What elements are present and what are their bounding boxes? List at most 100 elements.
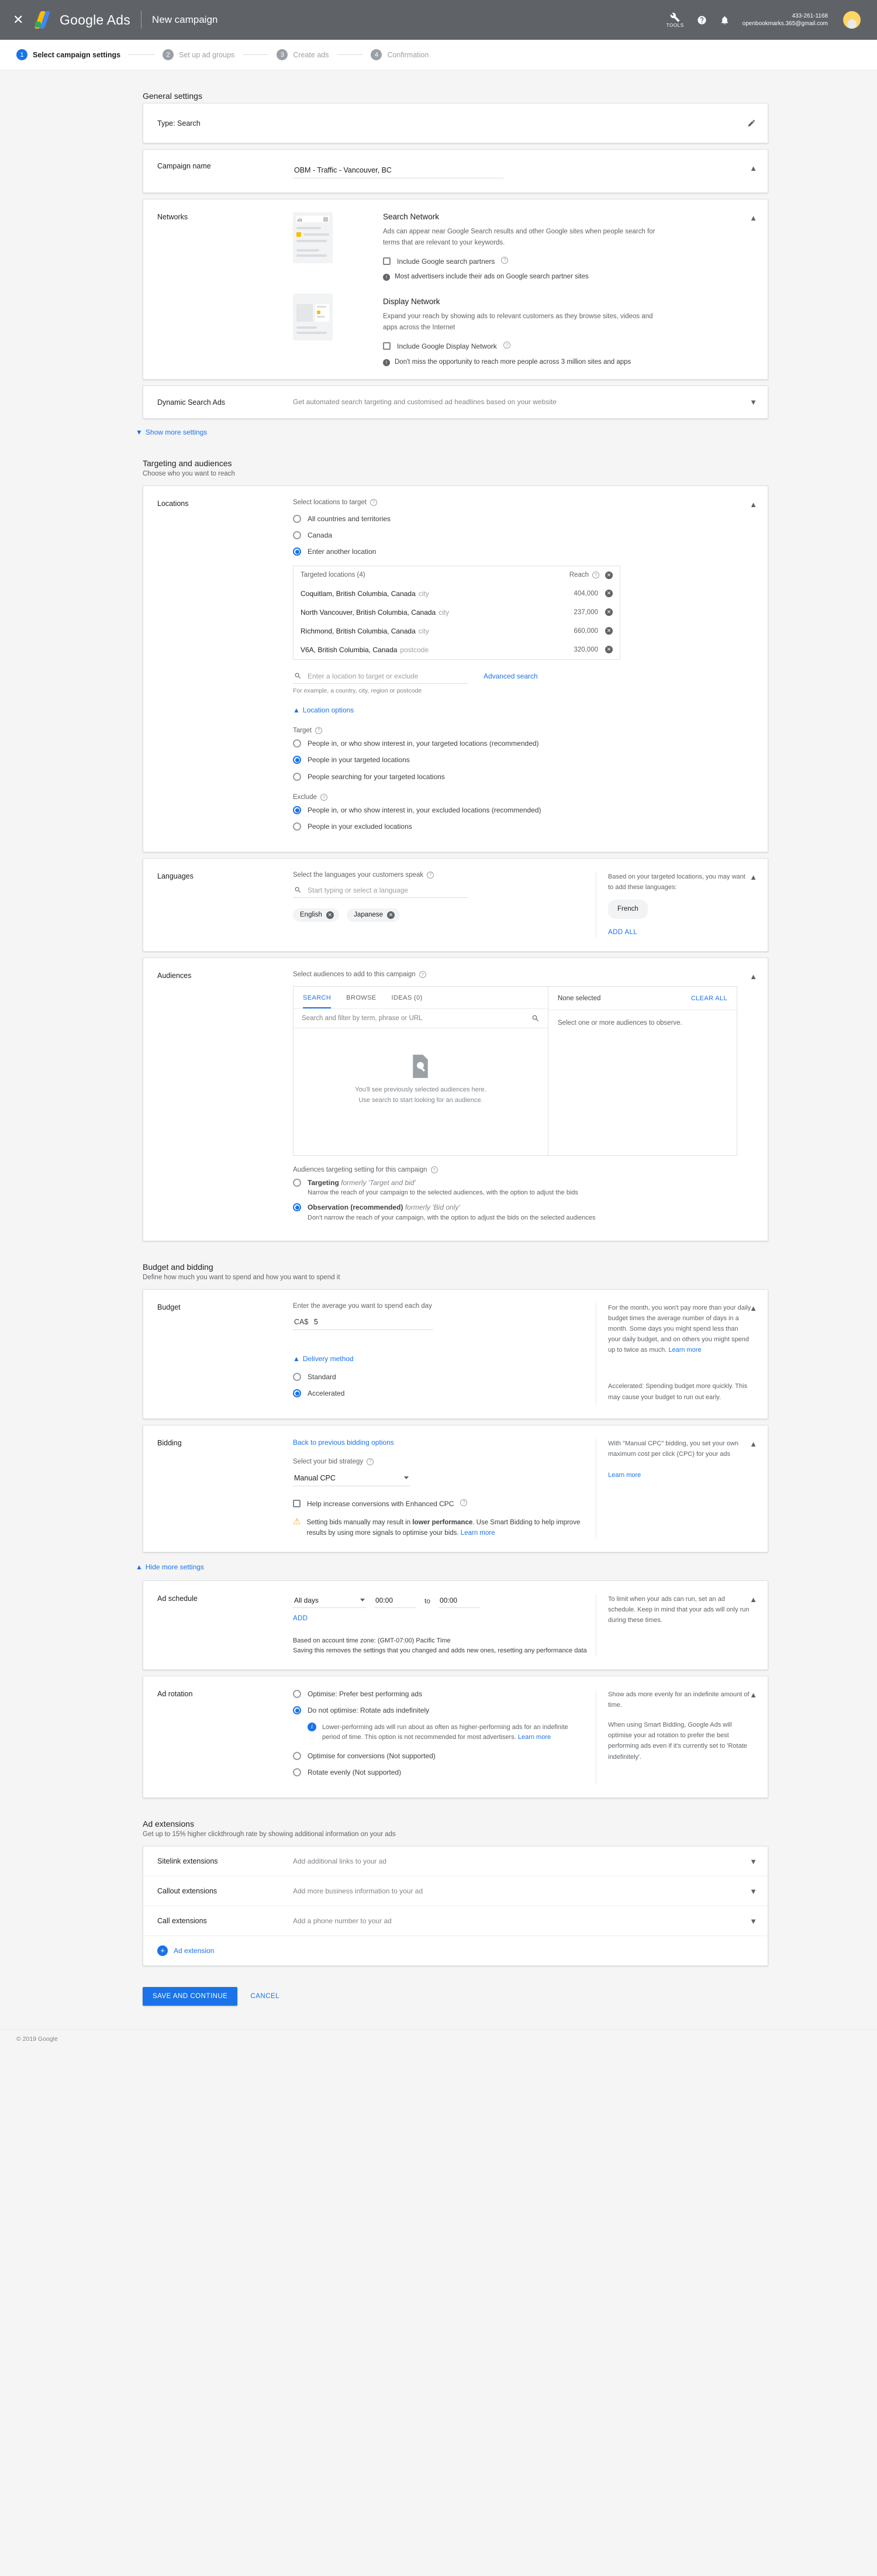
info-note-learn-more-link[interactable]: Learn more [518,1734,551,1741]
radio[interactable] [293,756,301,764]
language-chip-english[interactable]: English ✕ [293,908,339,922]
radio[interactable] [293,1706,301,1715]
expand-chevron-down-icon[interactable]: ▼ [750,1857,757,1866]
campaign-name-input[interactable]: OBM - Traffic - Vancouver, BC [293,161,503,178]
radio[interactable] [293,531,301,540]
extension-row-callout[interactable]: Callout extensions Add more business inf… [143,1876,768,1906]
radio[interactable] [293,1372,301,1381]
remove-location-icon[interactable]: ✕ [605,608,613,617]
exclude-option-people-in[interactable]: People in your excluded locations [293,822,752,832]
warning-learn-more-link[interactable]: Learn more [461,1530,495,1537]
tab-ideas[interactable]: IDEAS (0) [392,994,423,1008]
audiences-setting-observation[interactable]: Observation (recommended) formerly 'Bid … [293,1203,752,1221]
remove-all-icon[interactable]: ✕ [605,571,613,579]
delivery-method-toggle[interactable]: ▲ Delivery method [293,1355,354,1363]
collapse-chevron-up-icon[interactable]: ▲ [750,1304,757,1313]
step-confirmation[interactable]: 4 Confirmation [371,49,429,60]
help-icon[interactable]: ? [427,871,434,879]
delivery-accelerated-option[interactable]: Accelerated [293,1389,596,1399]
clear-all-audiences-button[interactable]: CLEAR ALL [691,995,727,1002]
dynamic-search-ads-card[interactable]: Dynamic Search Ads Get automated search … [143,385,768,419]
budget-learn-more-link[interactable]: Learn more [668,1346,701,1354]
audiences-setting-targeting[interactable]: Targeting formerly 'Target and bid' Narr… [293,1178,752,1196]
radio[interactable] [293,739,301,748]
suggested-language-chip[interactable]: French [608,900,648,919]
budget-amount-input[interactable]: CA$ 5 [293,1313,433,1330]
hide-more-settings-link[interactable]: ▲ Hide more settings [136,1563,204,1571]
ad-rotation-option-rotate-evenly[interactable]: Rotate evenly (Not supported) [293,1768,596,1778]
save-and-continue-button[interactable]: SAVE AND CONTINUE [143,1986,238,2006]
step-set-up-ad-groups[interactable]: 2 Set up ad groups [163,49,234,60]
add-extension-button[interactable]: + Ad extension [143,1936,768,1965]
close-icon[interactable]: ✕ [13,13,30,26]
location-options-toggle[interactable]: ▲ Location options [293,706,354,714]
ad-schedule-start-time[interactable]: 00:00 [374,1594,416,1608]
collapse-chevron-up-icon[interactable]: ▲ [750,213,757,222]
location-search-field[interactable]: Enter a location to target or exclude [293,669,468,684]
expand-chevron-down-icon[interactable]: ▼ [750,1887,757,1896]
step-create-ads[interactable]: 3 Create ads [277,49,329,60]
help-icon[interactable] [697,15,707,25]
google-ads-logo[interactable]: Google Ads [34,11,130,29]
target-option-searching[interactable]: People searching for your targeted locat… [293,772,752,782]
help-icon[interactable]: ? [370,498,377,506]
collapse-chevron-up-icon[interactable]: ▲ [750,972,757,981]
extension-row-call[interactable]: Call extensions Add a phone number to yo… [143,1906,768,1936]
remove-chip-icon[interactable]: ✕ [326,911,334,919]
radio[interactable] [293,1203,301,1212]
remove-location-icon[interactable]: ✕ [605,627,613,635]
help-icon[interactable]: ? [503,342,510,349]
show-more-settings-link[interactable]: ▼ Show more settings [136,428,207,436]
location-option-canada[interactable]: Canada [293,531,752,540]
help-icon[interactable]: ? [419,971,426,978]
delivery-standard-option[interactable]: Standard [293,1372,596,1382]
avatar[interactable] [843,11,861,29]
exclude-option-interest[interactable]: People in, or who show interest in, your… [293,805,752,815]
target-option-people-in[interactable]: People in your targeted locations [293,755,752,765]
tab-browse[interactable]: BROWSE [346,994,376,1008]
help-icon[interactable]: ? [315,726,322,734]
collapse-chevron-up-icon[interactable]: ▲ [750,1439,757,1448]
target-option-interest[interactable]: People in, or who show interest in, your… [293,739,752,749]
enhanced-cpc-option[interactable]: Help increase conversions with Enhanced … [293,1499,596,1509]
step-select-campaign-settings[interactable]: 1 Select campaign settings [16,49,120,60]
notifications-bell-icon[interactable] [720,15,730,25]
include-search-partners-checkbox[interactable] [383,257,391,265]
expand-chevron-down-icon[interactable]: ▼ [750,398,757,407]
collapse-chevron-up-icon[interactable]: ▲ [750,1595,757,1604]
enhanced-cpc-checkbox[interactable] [293,1499,301,1507]
radio[interactable] [293,806,301,814]
language-search-field[interactable]: Start typing or select a language [293,883,468,898]
ad-rotation-option-optimise[interactable]: Optimise: Prefer best performing ads [293,1689,596,1699]
edit-pencil-icon[interactable] [747,119,756,128]
collapse-chevron-up-icon[interactable]: ▲ [750,164,757,173]
expand-chevron-down-icon[interactable]: ▼ [750,1917,757,1926]
radio[interactable] [293,1179,301,1187]
help-icon[interactable]: ? [320,794,327,801]
bid-strategy-select[interactable]: Manual CPC [293,1470,410,1486]
advanced-search-link[interactable]: Advanced search [484,672,538,680]
help-icon[interactable]: ? [367,1458,374,1465]
radio[interactable] [293,1689,301,1698]
radio[interactable] [293,547,301,556]
cancel-button[interactable]: CANCEL [250,1993,279,2000]
help-icon[interactable]: ? [430,1166,438,1173]
include-search-partners-option[interactable]: Include Google search partners ? [383,256,752,267]
radio[interactable] [293,772,301,781]
ad-schedule-add-button[interactable]: ADD [293,1615,596,1622]
collapse-chevron-up-icon[interactable]: ▲ [750,1690,757,1699]
remove-location-icon[interactable]: ✕ [605,590,613,598]
language-chip-japanese[interactable]: Japanese ✕ [347,908,400,922]
remove-chip-icon[interactable]: ✕ [387,911,395,919]
extension-row-sitelink[interactable]: Sitelink extensions Add additional links… [143,1847,768,1876]
ad-schedule-end-time[interactable]: 00:00 [438,1594,481,1608]
radio[interactable] [293,822,301,831]
add-all-languages-link[interactable]: ADD ALL [608,927,752,938]
include-display-network-checkbox[interactable] [383,342,391,350]
radio[interactable] [293,514,301,523]
help-icon[interactable]: ? [501,256,509,264]
radio[interactable] [293,1768,301,1777]
ad-rotation-option-do-not-optimise[interactable]: Do not optimise: Rotate ads indefinitely [293,1706,596,1716]
help-icon[interactable]: ? [460,1499,468,1506]
audience-search-field[interactable]: Search and filter by term, phrase or URL [294,1008,548,1028]
